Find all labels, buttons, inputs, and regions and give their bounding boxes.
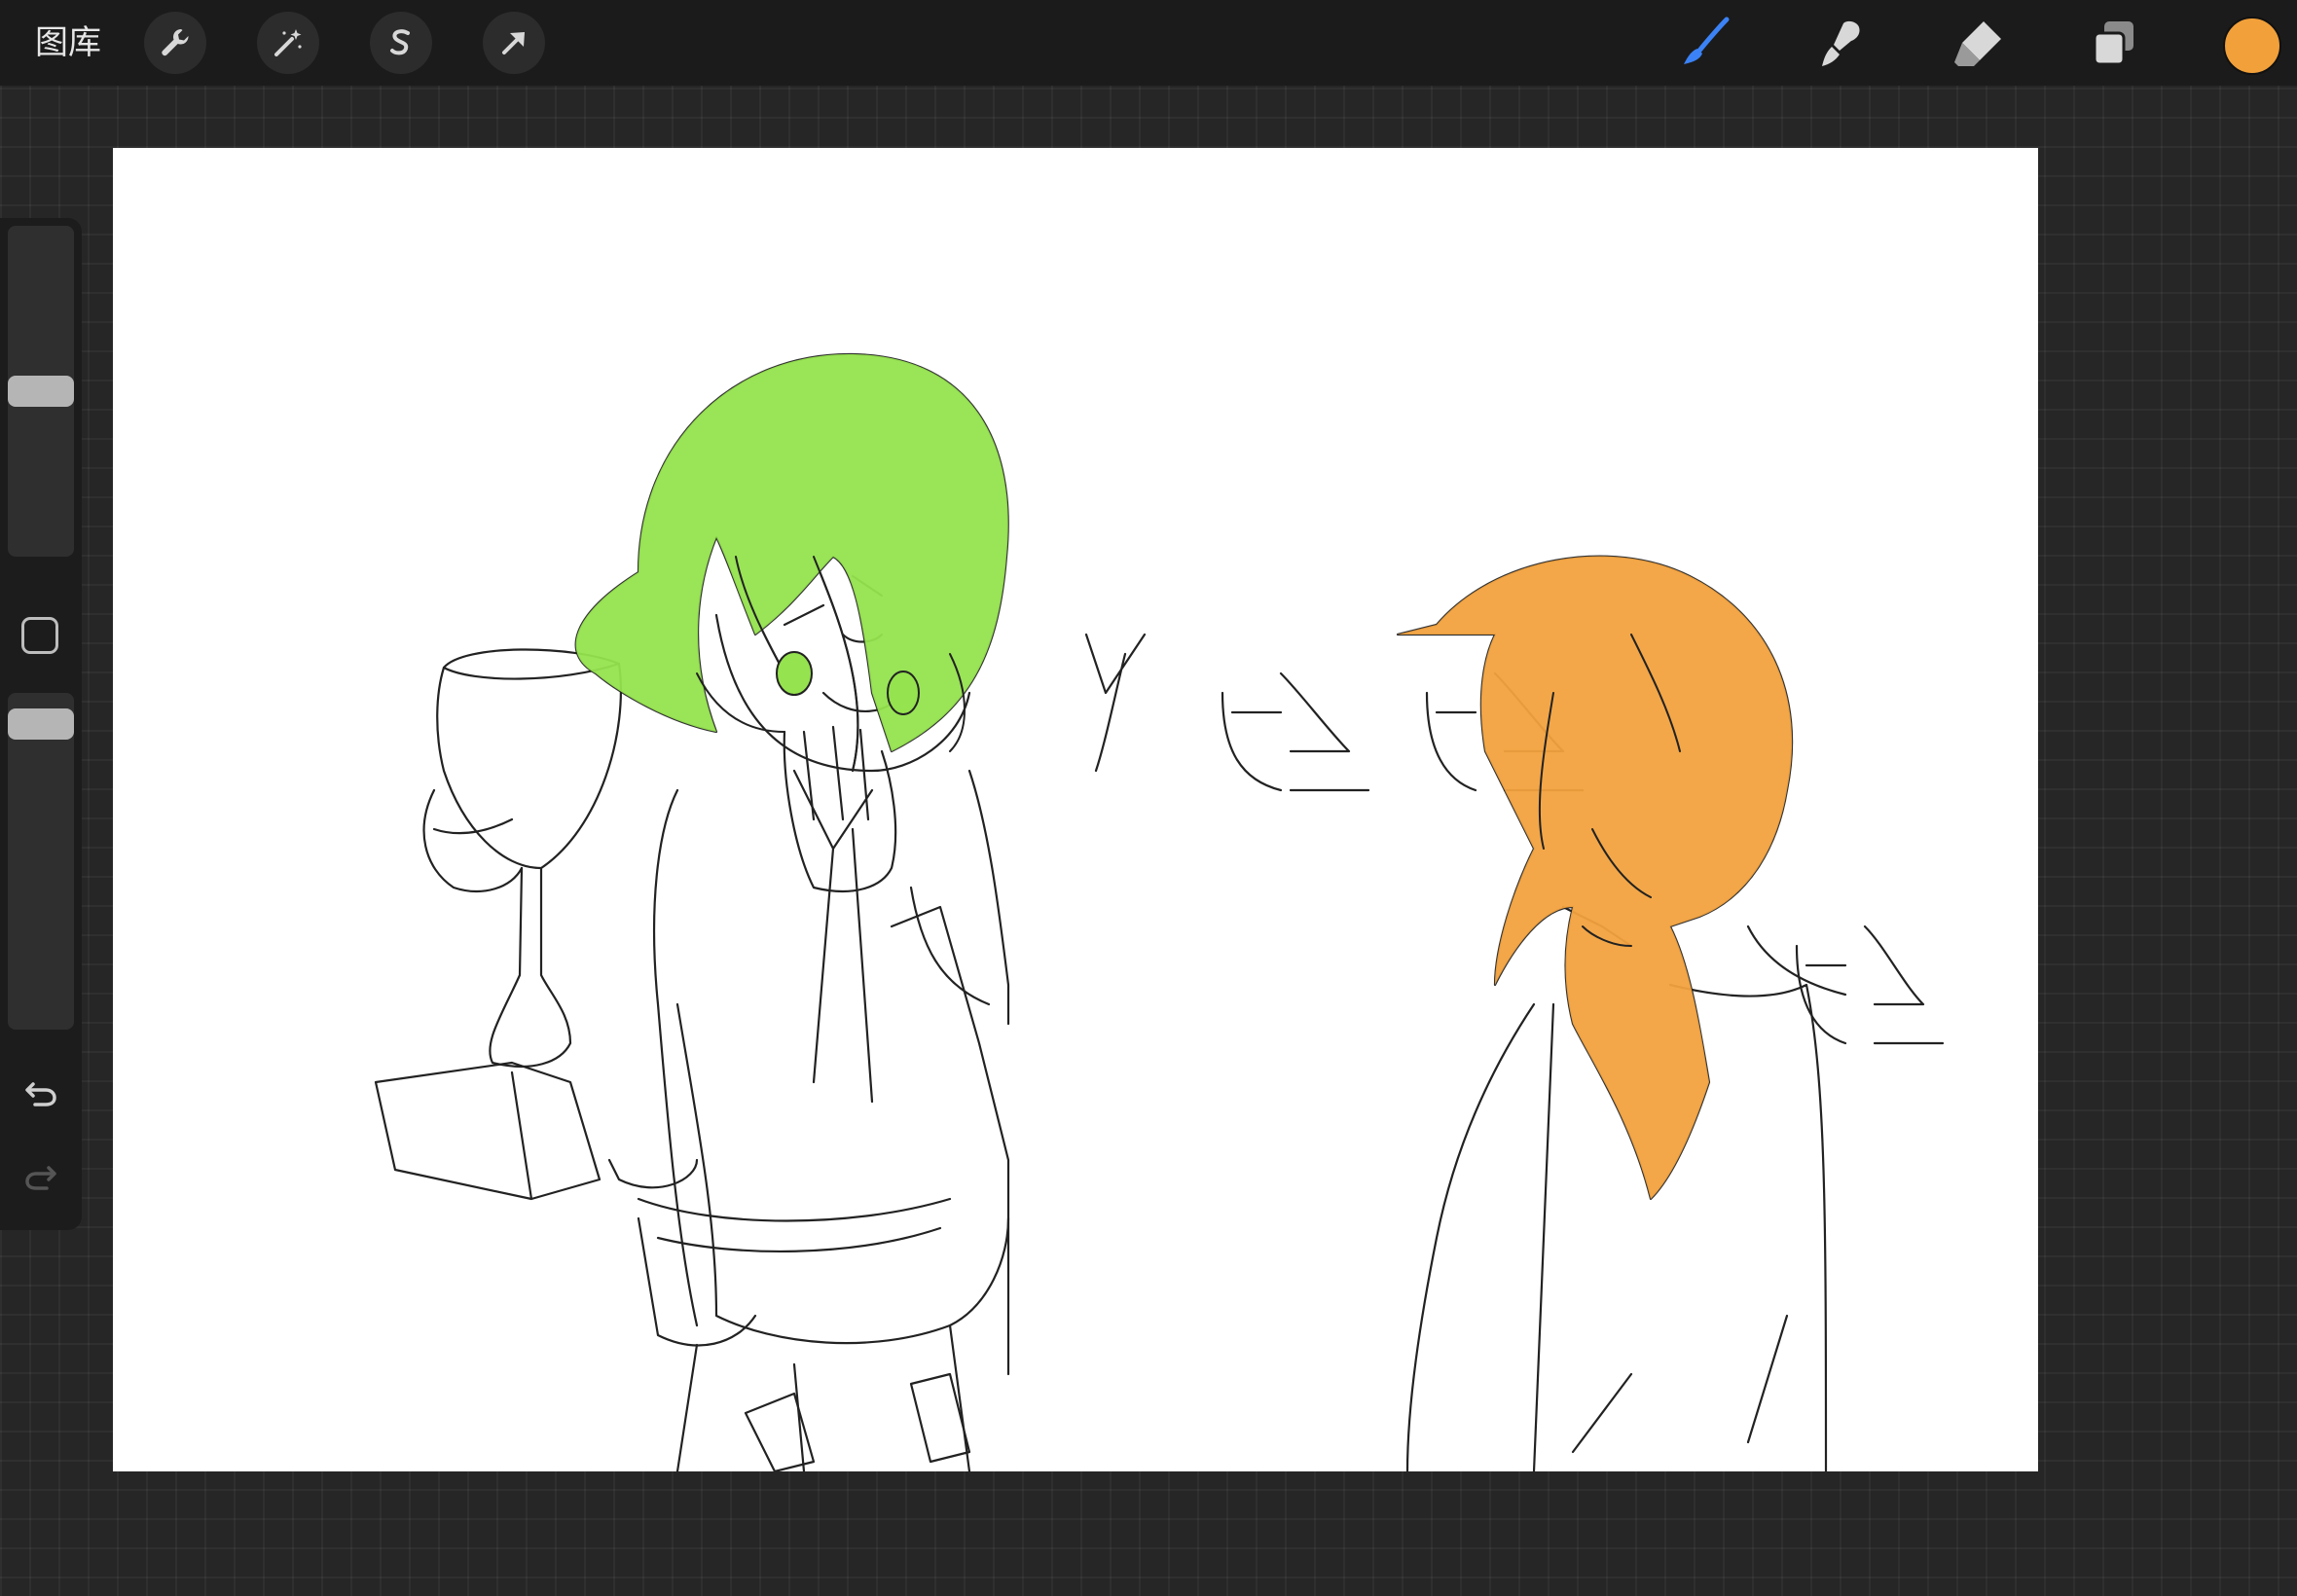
brush-icon: [1684, 17, 1730, 64]
smudge-icon: [1822, 20, 1860, 66]
move-arrow-icon: [502, 32, 525, 54]
left-sidebar: [0, 218, 82, 1230]
sketch-artwork: [374, 352, 1945, 1471]
brush-tool[interactable]: [1676, 14, 1734, 72]
eraser-icon: [1954, 21, 2001, 66]
redo-icon[interactable]: [21, 1158, 60, 1197]
wrench-icon: [162, 28, 189, 56]
layers-icon: [2093, 21, 2133, 66]
undo-icon[interactable]: [21, 1074, 60, 1113]
selection-button[interactable]: [370, 12, 432, 74]
drawing-canvas[interactable]: [113, 148, 2038, 1471]
transform-button[interactable]: [483, 12, 545, 74]
smudge-tool[interactable]: [1812, 14, 1871, 72]
color-picker-button[interactable]: [2223, 17, 2281, 75]
layers-tool[interactable]: [2085, 14, 2143, 72]
adjustments-button[interactable]: [257, 12, 319, 74]
top-toolbar: 图库: [0, 0, 2297, 86]
gallery-button[interactable]: 图库: [35, 19, 101, 66]
opacity-handle[interactable]: [8, 707, 74, 740]
brush-size-handle[interactable]: [8, 376, 74, 407]
opacity-slider[interactable]: [8, 693, 74, 1030]
magic-wand-icon: [274, 29, 302, 56]
modify-square-button[interactable]: [21, 617, 58, 654]
actions-button[interactable]: [144, 12, 206, 74]
eraser-tool[interactable]: [1949, 14, 2007, 72]
selection-s-icon: [390, 29, 410, 55]
